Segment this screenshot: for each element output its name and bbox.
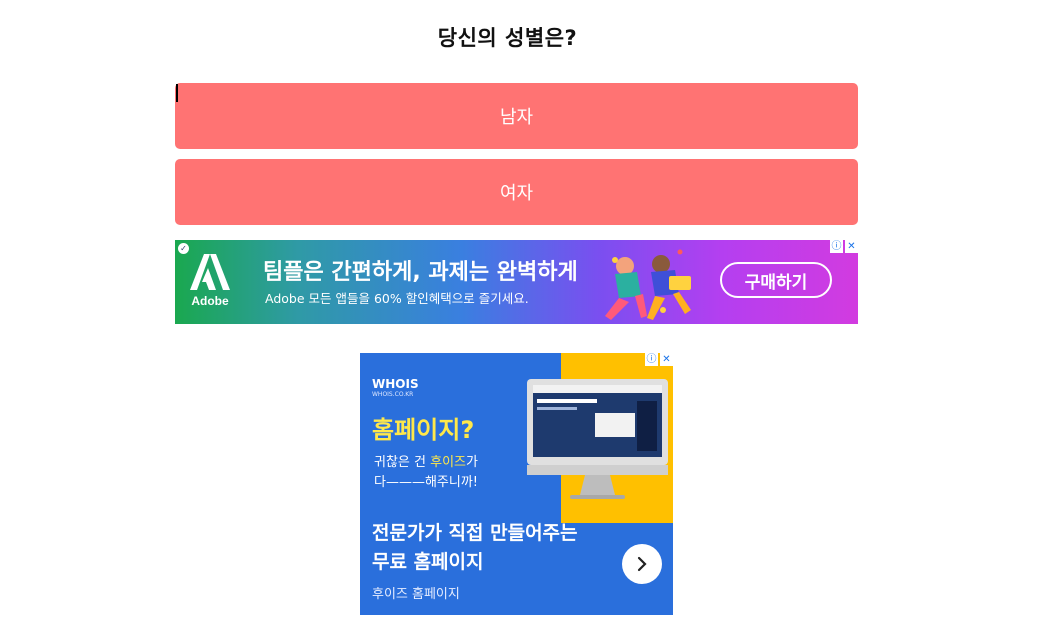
close-icon[interactable]: ✕ xyxy=(845,240,858,253)
adobe-banner-ad[interactable]: ✓ Adobe 팀플은 간편하게, 과제는 완벽하게 Adobe 모든 앱들을 … xyxy=(175,240,858,324)
adobe-a-icon xyxy=(190,254,230,290)
square-source: 후이즈 홈페이지 xyxy=(372,587,460,602)
answer-button-male[interactable]: 남자 xyxy=(175,83,858,149)
info-icon[interactable]: ⓘ xyxy=(645,353,658,366)
buy-button[interactable]: 구매하기 xyxy=(720,262,832,298)
adobe-logo: Adobe xyxy=(185,254,235,310)
adchoices-square[interactable]: ⓘ ✕ xyxy=(645,353,673,366)
monitor-illustration xyxy=(527,379,668,499)
whois-square-ad[interactable]: ⓘ ✕ WHOIS WHOIS.CO.KR 홈페이지? 귀찮은 건 후이즈가 다… xyxy=(360,353,673,615)
chevron-right-icon[interactable] xyxy=(622,544,662,584)
adchoices[interactable]: ⓘ ✕ xyxy=(830,240,858,253)
whois-logo-sub: WHOIS.CO.KR xyxy=(372,391,414,398)
banner-headline: 팀플은 간편하게, 과제는 완벽하게 xyxy=(263,260,578,285)
square-headline: 홈페이지? xyxy=(372,416,475,444)
text-cursor xyxy=(176,84,178,102)
banner-subline: Adobe 모든 앱들을 60% 할인혜택으로 즐기세요. xyxy=(265,291,529,306)
square-tagline-1: 귀찮은 건 후이즈가 xyxy=(374,455,478,470)
shield-icon: ✓ xyxy=(178,243,189,254)
close-icon[interactable]: ✕ xyxy=(660,353,673,366)
question-title: 당신의 성별은? xyxy=(437,26,578,50)
whois-logo: WHOIS xyxy=(372,377,419,391)
students-illustration xyxy=(605,249,691,320)
adobe-brand-label: Adobe xyxy=(191,294,229,308)
answer-button-female[interactable]: 여자 xyxy=(175,159,858,225)
square-tagline-2: 다———해주니까! xyxy=(374,475,479,490)
info-icon[interactable]: ⓘ xyxy=(830,240,843,253)
square-main-text: 전문가가 직접 만들어주는 무료 홈페이지 xyxy=(372,522,578,573)
